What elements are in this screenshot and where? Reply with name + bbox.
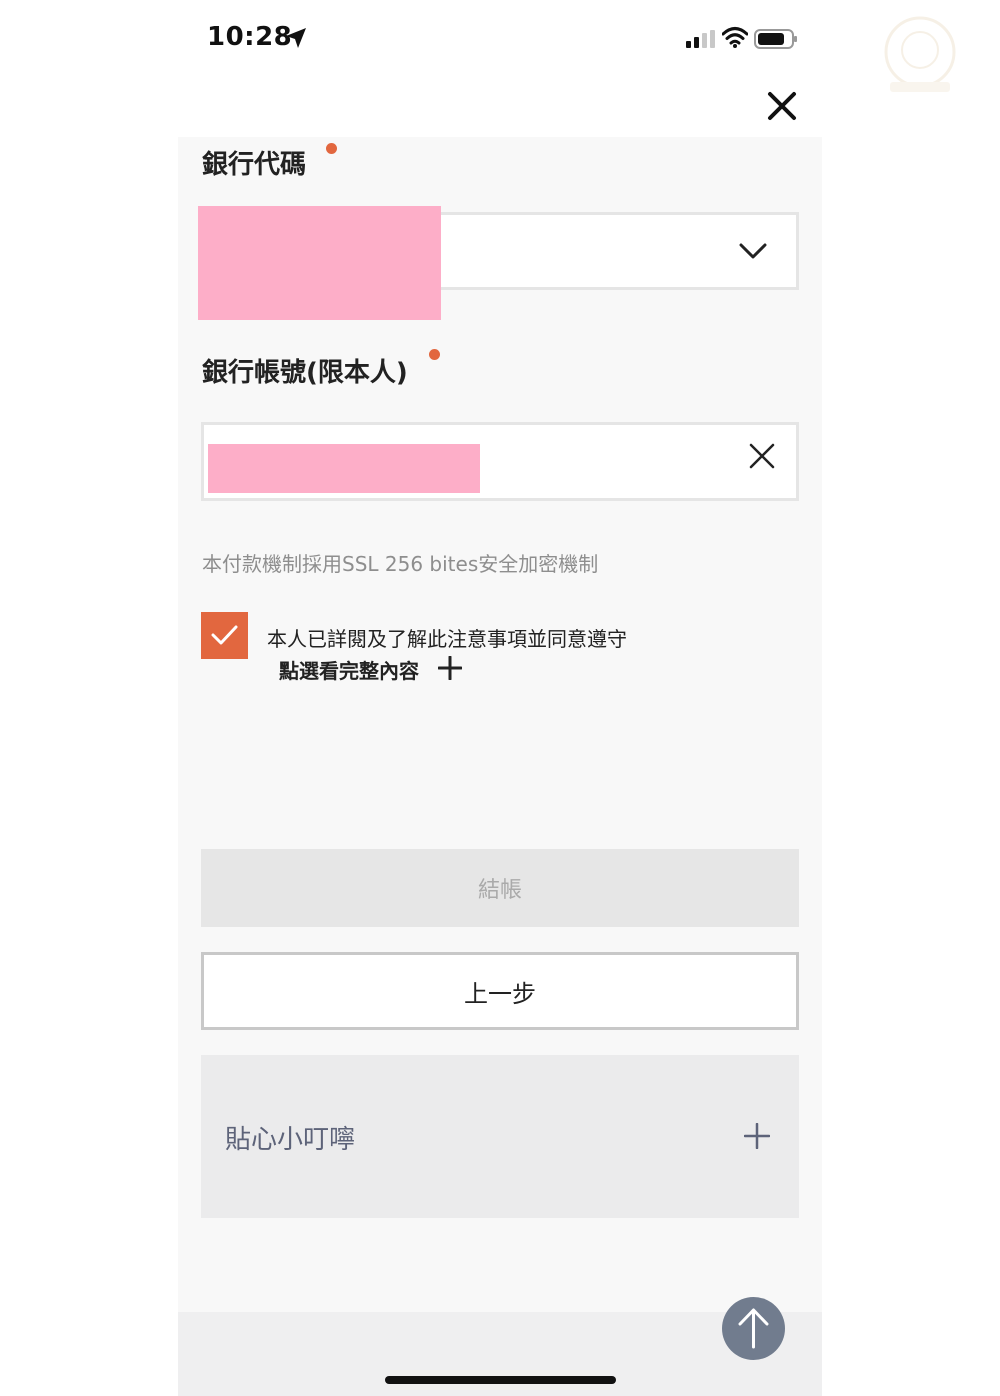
cellular-signal-icon — [686, 30, 715, 48]
plus-icon — [744, 1123, 770, 1149]
tips-accordion[interactable]: 貼心小叮嚀 — [201, 1055, 799, 1218]
agreement-text: 本人已詳閱及了解此注意事項並同意遵守 — [267, 627, 627, 651]
plus-icon[interactable] — [438, 656, 462, 680]
bank-account-label: 銀行帳號(限本人) — [202, 358, 408, 388]
checkout-button[interactable]: 結帳 — [201, 849, 799, 927]
check-icon — [211, 625, 238, 645]
watermark-logo-icon — [884, 16, 956, 92]
bank-code-label: 銀行代碼 — [202, 150, 307, 180]
required-indicator — [326, 143, 337, 154]
location-arrow-icon — [286, 28, 306, 48]
close-icon[interactable] — [764, 88, 800, 124]
agreement-checkbox[interactable] — [201, 612, 248, 659]
status-time: 10:28 — [207, 22, 293, 52]
wifi-icon — [722, 27, 748, 48]
ssl-note: 本付款機制採用SSL 256 bites安全加密機制 — [202, 552, 599, 576]
redacted-bank-code — [198, 206, 441, 320]
scroll-to-top-button[interactable] — [722, 1297, 785, 1360]
home-indicator — [385, 1376, 616, 1384]
arrow-up-icon — [738, 1308, 769, 1349]
clear-icon[interactable] — [748, 442, 776, 470]
required-indicator — [429, 349, 440, 360]
view-full-content-link[interactable]: 點選看完整內容 — [279, 655, 419, 684]
tips-title: 貼心小叮嚀 — [225, 1125, 356, 1155]
battery-icon — [754, 29, 797, 49]
chevron-down-icon[interactable] — [738, 240, 768, 262]
redacted-bank-account — [208, 444, 480, 493]
back-button[interactable]: 上一步 — [201, 952, 799, 1030]
